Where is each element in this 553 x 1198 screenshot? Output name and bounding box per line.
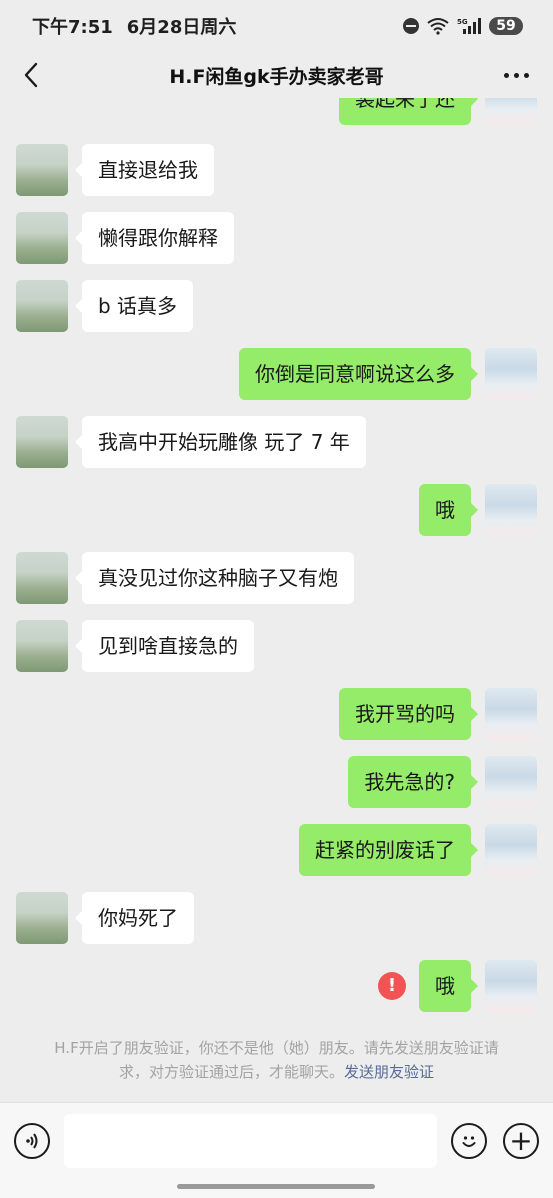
send-failed-icon[interactable]: ! bbox=[378, 972, 406, 1000]
more-options-button[interactable] bbox=[501, 62, 531, 88]
battery-indicator: 59 bbox=[489, 17, 523, 35]
message-bubble-contact[interactable]: 真没见过你这种脑子又有炮 bbox=[75, 552, 354, 604]
message-bubble-contact[interactable]: 懒得跟你解释 bbox=[75, 212, 234, 264]
avatar-contact[interactable] bbox=[16, 552, 68, 604]
avatar-contact[interactable] bbox=[16, 892, 68, 944]
status-right: 5G 59 bbox=[403, 17, 523, 35]
chevron-left-icon bbox=[24, 62, 38, 88]
do-not-disturb-icon bbox=[403, 18, 419, 34]
avatar-self[interactable] bbox=[485, 98, 537, 125]
message-bubble-contact[interactable]: 见到啥直接急的 bbox=[75, 620, 254, 672]
message-bubble-contact[interactable]: b 话真多 bbox=[74, 280, 194, 332]
plus-icon: + bbox=[509, 1124, 533, 1157]
status-date: 6月28日周六 bbox=[126, 17, 237, 38]
avatar-self[interactable] bbox=[485, 348, 537, 400]
avatar-self[interactable] bbox=[485, 824, 537, 876]
message-bubble-self[interactable]: 赶紧的别废话了 bbox=[299, 824, 478, 876]
avatar-contact[interactable] bbox=[16, 212, 68, 264]
avatar-self[interactable] bbox=[485, 960, 537, 1012]
avatar-contact[interactable] bbox=[16, 416, 68, 468]
more-dots-icon bbox=[523, 72, 529, 78]
message-bubble-self[interactable]: 哦 bbox=[419, 484, 478, 536]
message-bubble-contact[interactable]: 我高中开始玩雕像 玩了 7 年 bbox=[75, 416, 366, 468]
emoji-icon bbox=[462, 1136, 476, 1147]
avatar-self[interactable] bbox=[485, 756, 537, 808]
plus-button[interactable]: + bbox=[503, 1123, 539, 1159]
cellular-signal-icon: 5G bbox=[457, 18, 481, 34]
avatar-self[interactable] bbox=[485, 688, 537, 740]
network-type-label: 5G bbox=[457, 18, 468, 26]
message-bubble-self[interactable]: 我开骂的吗 bbox=[339, 688, 478, 740]
status-bar: 下午7:51 6月28日周六 5G 59 bbox=[0, 0, 553, 52]
message-input[interactable] bbox=[64, 1114, 437, 1168]
back-button[interactable] bbox=[18, 60, 44, 90]
send-verification-link[interactable]: 发送朋友验证 bbox=[344, 1063, 434, 1081]
avatar-contact[interactable] bbox=[16, 620, 68, 672]
chat-header: H.F闲鱼gk手办卖家老哥 bbox=[0, 52, 553, 98]
home-indicator[interactable] bbox=[177, 1184, 375, 1189]
message-bubble-self[interactable]: 哦 bbox=[419, 960, 478, 1012]
status-left: 下午7:51 6月28日周六 bbox=[32, 13, 236, 39]
more-dots-icon bbox=[503, 72, 509, 78]
message-bubble-contact[interactable]: 你妈死了 bbox=[75, 892, 194, 944]
status-time: 下午7:51 bbox=[32, 17, 113, 38]
message-bubble-self[interactable]: 装起来了还 bbox=[339, 98, 478, 125]
voice-icon bbox=[26, 1133, 38, 1149]
more-dots-icon bbox=[513, 72, 519, 78]
message-bubble-self[interactable]: 你倒是同意啊说这么多 bbox=[239, 348, 478, 400]
message-bubble-contact[interactable]: 直接退给我 bbox=[75, 144, 214, 196]
message-list[interactable]: 装起来了还 直接退给我 懒得跟你解释 b 话真多 你倒是同意啊说这么多 我高中开… bbox=[0, 98, 553, 1102]
message-bubble-self[interactable]: 我先急的? bbox=[348, 756, 478, 808]
emoji-button[interactable] bbox=[451, 1123, 487, 1159]
wifi-icon bbox=[427, 18, 449, 35]
avatar-contact[interactable] bbox=[16, 144, 68, 196]
friend-verification-notice: H.F开启了朋友验证，你还不是他（她）朋友。请先发送朋友验证请求，对方验证通过后… bbox=[40, 1036, 513, 1084]
avatar-self[interactable] bbox=[485, 484, 537, 536]
chat-title: H.F闲鱼gk手办卖家老哥 bbox=[169, 65, 384, 88]
voice-button[interactable] bbox=[14, 1123, 50, 1159]
avatar-contact[interactable] bbox=[16, 280, 68, 332]
